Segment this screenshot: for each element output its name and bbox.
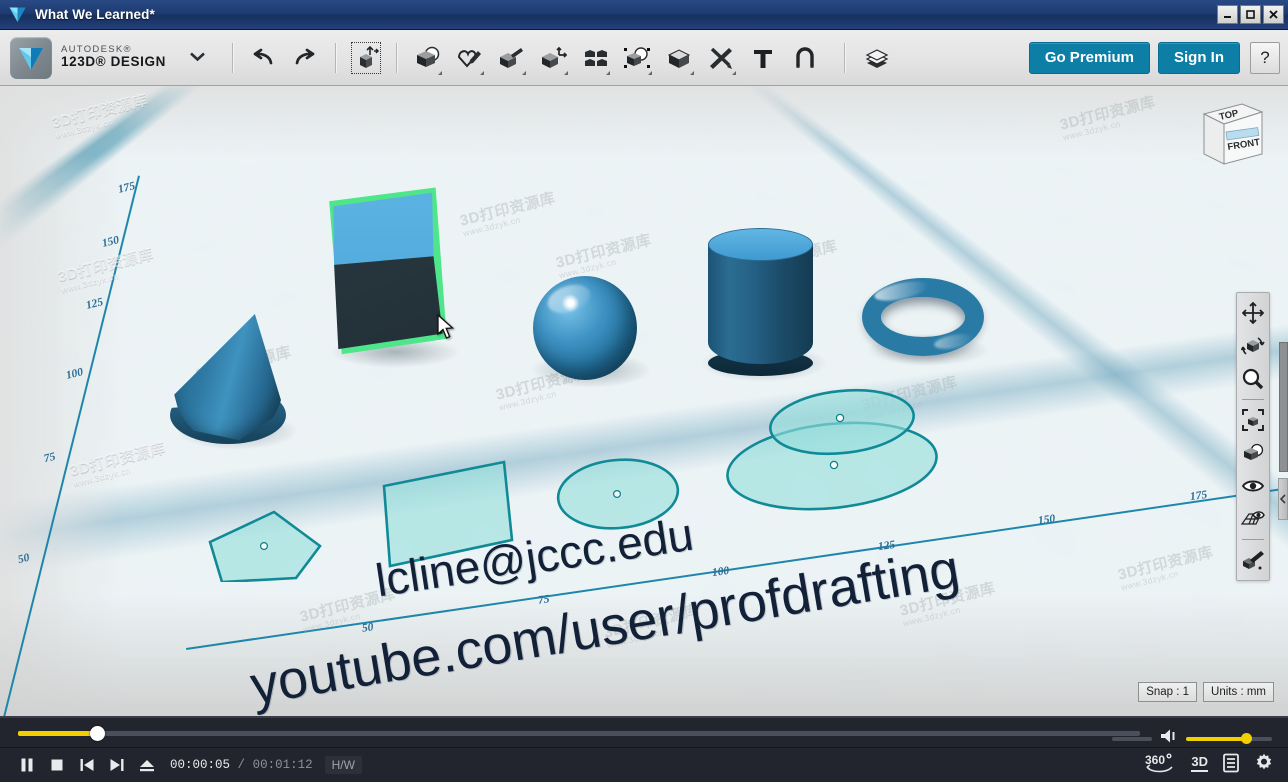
- minimize-button[interactable]: [1217, 5, 1238, 24]
- sphere-solid[interactable]: [533, 276, 637, 380]
- help-button[interactable]: ?: [1250, 41, 1280, 74]
- 3d-viewport[interactable]: 175 150 125 100 75 50 50 75 100 125 150 …: [0, 86, 1288, 716]
- dropdown-caret-icon: [647, 70, 652, 75]
- snap-chip[interactable]: Snap : 1: [1138, 682, 1198, 702]
- time-display: 00:00:05 / 00:01:12: [170, 758, 313, 772]
- seek-handle[interactable]: [89, 726, 105, 741]
- toolbar-divider-2: [334, 42, 336, 73]
- fit-view-button[interactable]: [1240, 407, 1266, 433]
- pentagon-sketch[interactable]: [204, 490, 328, 582]
- media-player-bar: 00:00:05 / 00:01:12 H/W 360 3D: [0, 716, 1288, 782]
- autodesk-logo-icon: [10, 36, 52, 79]
- torus-solid[interactable]: [862, 277, 984, 356]
- sketch-tool[interactable]: [450, 38, 488, 78]
- pattern-tool[interactable]: [576, 38, 614, 78]
- seek-bar[interactable]: [18, 726, 1140, 741]
- time-separator: /: [237, 758, 246, 772]
- measure-tool[interactable]: [702, 38, 740, 78]
- eject-button[interactable]: [134, 752, 160, 778]
- go-premium-button[interactable]: Go Premium: [1028, 41, 1150, 74]
- volume-handle[interactable]: [1241, 732, 1253, 744]
- player-right-controls: 360 3D: [1143, 751, 1274, 775]
- next-button[interactable]: [104, 752, 130, 778]
- brand-line-2: 123D® DESIGN: [61, 54, 166, 70]
- autodesk-triangle-icon: [8, 5, 27, 24]
- speaker-icon[interactable]: [1159, 728, 1179, 749]
- dropdown-caret-icon: [521, 70, 526, 75]
- visibility-button[interactable]: [1240, 473, 1266, 499]
- toolbar-divider-2: [1242, 539, 1264, 540]
- threed-label: 3D: [1191, 754, 1208, 772]
- primitives-tool[interactable]: [408, 38, 446, 78]
- seek-row: [0, 718, 1288, 748]
- seek-progress: [18, 731, 97, 736]
- svg-text:360: 360: [1145, 753, 1165, 767]
- material-paint-button[interactable]: [1240, 547, 1266, 573]
- app-brand[interactable]: AUTODESK® 123D® DESIGN: [0, 36, 206, 79]
- chevron-down-icon[interactable]: [189, 49, 206, 67]
- zoom-button[interactable]: [1240, 366, 1266, 392]
- elapsed-time: 00:00:05: [170, 758, 231, 772]
- sign-in-button[interactable]: Sign In: [1158, 41, 1240, 74]
- settings-button[interactable]: [1254, 753, 1274, 773]
- application-window: What We Learned* AUTODESK® 123D® DESIGN …: [0, 0, 1288, 782]
- dropdown-caret-icon: [731, 70, 736, 75]
- modeling-tools-group: [406, 38, 826, 78]
- grid-settings-button[interactable]: [1240, 506, 1266, 532]
- hw-badge[interactable]: H/W: [324, 756, 362, 774]
- modify-tool[interactable]: [534, 38, 572, 78]
- dropdown-caret-icon: [437, 70, 442, 75]
- volume-level: [1186, 736, 1247, 741]
- window-titlebar: What We Learned*: [0, 0, 1288, 30]
- grouping-tool[interactable]: [618, 38, 656, 78]
- previous-button[interactable]: [74, 752, 100, 778]
- view-cube[interactable]: TOP FRONT: [1196, 98, 1270, 174]
- transform-tool[interactable]: [347, 38, 385, 78]
- view-nav-toolbar: [1236, 292, 1270, 581]
- playlist-button[interactable]: [1222, 753, 1240, 773]
- dropdown-caret-icon: [479, 70, 484, 75]
- construct-tool[interactable]: [492, 38, 530, 78]
- snap-tool[interactable]: [786, 38, 824, 78]
- toolbar-divider: [231, 42, 233, 73]
- volume-track-stub: [1112, 736, 1152, 741]
- viewport-scrollbar[interactable]: [1279, 342, 1288, 472]
- threesixty-button[interactable]: 360: [1143, 751, 1177, 775]
- pause-button[interactable]: [14, 752, 40, 778]
- toolbar-divider: [1242, 399, 1264, 400]
- volume-controls: [1112, 728, 1272, 749]
- undo-button[interactable]: [244, 38, 282, 78]
- window-title: What We Learned*: [35, 7, 155, 22]
- orbit-button[interactable]: [1240, 333, 1266, 359]
- panel-expand-button[interactable]: [1278, 478, 1288, 520]
- mouse-cursor: [437, 313, 455, 340]
- visual-style-button[interactable]: [1240, 440, 1266, 466]
- cylinder-solid[interactable]: [708, 228, 813, 376]
- redo-button[interactable]: [286, 38, 324, 78]
- volume-slider[interactable]: [1186, 732, 1272, 744]
- cone-solid[interactable]: [170, 314, 286, 444]
- toolbar-divider-3: [395, 42, 397, 73]
- text-tool[interactable]: [744, 38, 782, 78]
- maximize-button[interactable]: [1240, 5, 1261, 24]
- dropdown-caret-icon: [605, 70, 610, 75]
- materials-tool[interactable]: [856, 38, 898, 78]
- combine-tool[interactable]: [660, 38, 698, 78]
- control-row: 00:00:05 / 00:01:12 H/W 360 3D: [0, 748, 1288, 782]
- status-chips: Snap : 1 Units : mm: [1138, 682, 1274, 702]
- total-time: 00:01:12: [252, 758, 313, 772]
- ellipse-sketch-upper[interactable]: [766, 386, 918, 458]
- main-toolbar: AUTODESK® 123D® DESIGN Go Premium Sign I…: [0, 30, 1288, 86]
- history-group: [242, 38, 326, 78]
- threed-button[interactable]: 3D: [1191, 754, 1208, 772]
- dropdown-caret-icon: [563, 70, 568, 75]
- toolbar-divider-4: [843, 42, 845, 73]
- stop-button[interactable]: [44, 752, 70, 778]
- pan-button[interactable]: [1240, 300, 1266, 326]
- units-chip[interactable]: Units : mm: [1203, 682, 1274, 702]
- dropdown-caret-icon: [689, 70, 694, 75]
- close-button[interactable]: [1263, 5, 1284, 24]
